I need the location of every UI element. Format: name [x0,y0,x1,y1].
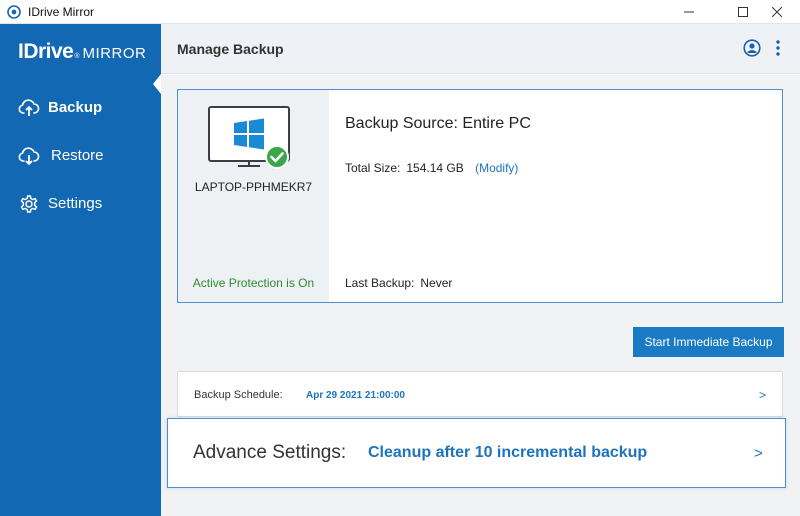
close-icon [772,7,782,17]
window-title: IDrive Mirror [28,5,94,19]
advance-settings-value: Cleanup after 10 incremental backup [368,444,648,461]
backup-source-title: Backup Source: Entire PC [345,115,531,132]
title-bar: IDrive Mirror [0,0,800,24]
total-size-value: 154.14 GB [406,161,464,175]
cloud-upload-icon [18,99,40,116]
sidebar-item-label: Restore [51,147,104,164]
schedule-value: Apr 29 2021 21:00:00 [306,390,405,401]
total-size-row: Total Size: 154.14 GB (Modify) [345,161,518,175]
advance-settings-row[interactable]: Advance Settings: Cleanup after 10 incre… [167,418,786,488]
sidebar-item-settings[interactable]: Settings [0,186,161,222]
chevron-right-icon[interactable]: > [759,388,766,402]
header: Manage Backup [161,24,800,74]
backup-source-card: LAPTOP-PPHMEKR7 Active Protection is On … [177,89,783,303]
page-title: Manage Backup [177,41,284,57]
backup-schedule-row[interactable]: Backup Schedule: Apr 29 2021 21:00:00 > [177,371,783,417]
windows-monitor-icon [208,106,290,169]
cloud-download-icon [18,147,40,166]
user-account-icon[interactable] [743,39,761,57]
last-backup-label: Last Backup: [345,276,415,290]
last-backup-value: Never [420,276,453,290]
minimize-button[interactable] [666,0,712,24]
sidebar-item-restore[interactable]: Restore [0,138,161,174]
protection-status: Active Protection is On [192,276,315,290]
logo-brand: IDrive [18,40,74,63]
logo-registered-mark: ® [74,53,80,60]
sidebar-item-label: Settings [48,195,103,212]
more-vertical-icon[interactable] [774,38,782,58]
total-size-label: Total Size: [345,161,401,175]
maximize-icon [738,7,748,17]
advance-settings-label: Advance Settings: [193,442,347,463]
idrive-mirror-logo: IDrive ® MIRROR [18,40,146,64]
last-backup-row: Last Backup: Never [345,276,452,290]
idrive-app-icon [7,5,21,19]
gear-icon [20,195,38,213]
check-circle-icon [265,145,289,169]
sidebar-item-label: Backup [48,99,103,116]
active-nav-indicator [153,74,161,94]
sidebar-item-backup[interactable]: Backup [0,90,161,126]
sidebar: IDrive ® MIRROR Backup Restore Settings [0,24,161,516]
logo-product: MIRROR [82,45,147,62]
start-immediate-backup-button[interactable]: Start Immediate Backup [633,327,784,357]
minimize-icon [684,11,694,13]
device-panel: LAPTOP-PPHMEKR7 Active Protection is On [178,90,329,302]
close-button[interactable] [754,0,800,24]
schedule-label: Backup Schedule: [194,389,283,401]
modify-link[interactable]: (Modify) [475,161,518,175]
chevron-right-icon[interactable]: > [754,445,763,462]
device-name: LAPTOP-PPHMEKR7 [194,180,313,194]
